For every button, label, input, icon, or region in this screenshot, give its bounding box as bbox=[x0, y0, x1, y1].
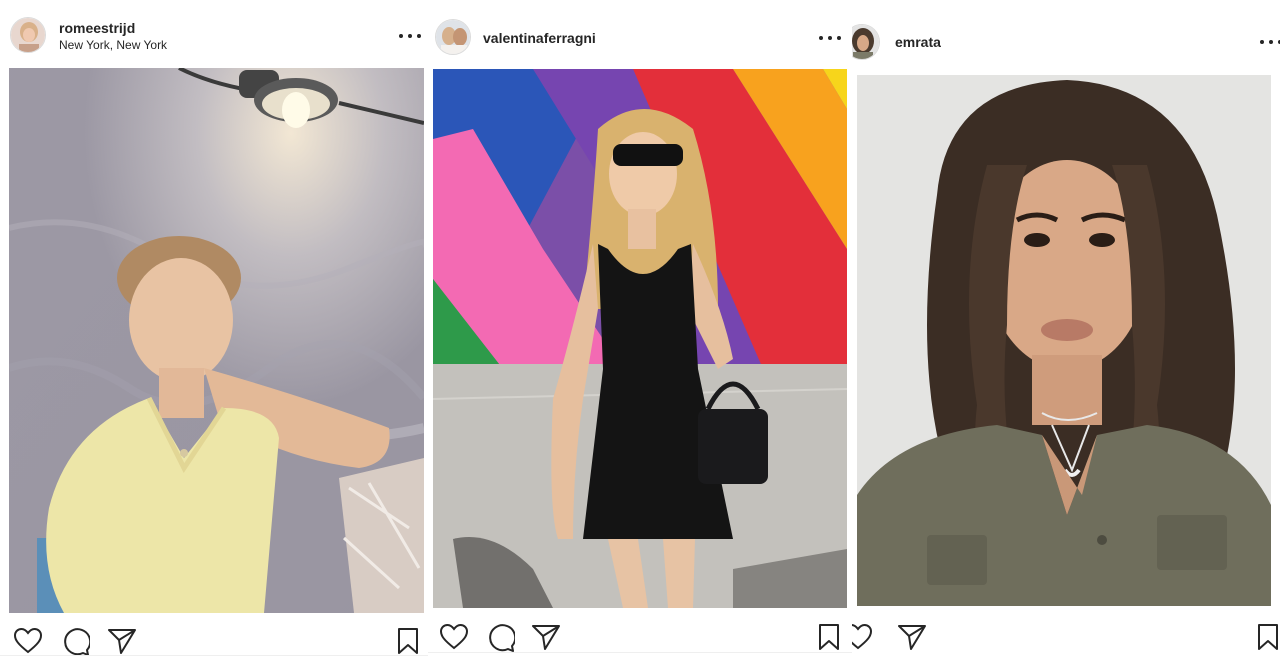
more-options-icon[interactable] bbox=[1260, 35, 1280, 49]
share-icon[interactable] bbox=[108, 628, 136, 654]
post-photo[interactable] bbox=[9, 68, 424, 613]
post-emrata: emrata bbox=[852, 0, 1280, 663]
share-icon[interactable] bbox=[532, 624, 560, 650]
username[interactable]: valentinaferragni bbox=[483, 30, 596, 46]
username[interactable]: romeestrijd bbox=[59, 20, 135, 36]
avatar-image bbox=[11, 18, 45, 52]
divider bbox=[428, 652, 852, 653]
location[interactable]: New York, New York bbox=[59, 38, 167, 52]
avatar-image bbox=[852, 25, 879, 59]
more-options-icon[interactable] bbox=[819, 31, 841, 45]
bookmark-icon[interactable] bbox=[1257, 624, 1279, 650]
avatar[interactable] bbox=[435, 19, 471, 55]
avatar[interactable] bbox=[10, 17, 46, 53]
post-photo[interactable] bbox=[433, 69, 847, 608]
post-header: valentinaferragni bbox=[428, 0, 852, 68]
username[interactable]: emrata bbox=[895, 34, 941, 50]
post-photo[interactable] bbox=[857, 75, 1271, 606]
comment-icon[interactable] bbox=[62, 628, 90, 656]
comment-icon[interactable] bbox=[487, 624, 515, 652]
post-romeestrijd: romeestrijd New York, New York bbox=[0, 0, 428, 663]
post-actions bbox=[0, 620, 428, 660]
heart-icon[interactable] bbox=[852, 624, 872, 650]
post-valentinaferragni: valentinaferragni bbox=[428, 0, 852, 663]
heart-icon[interactable] bbox=[440, 624, 468, 650]
heart-icon[interactable] bbox=[14, 628, 42, 654]
more-options-icon[interactable] bbox=[399, 29, 421, 43]
post-header: romeestrijd New York, New York bbox=[0, 0, 428, 68]
post-actions bbox=[852, 616, 1280, 656]
post-header: emrata bbox=[852, 0, 1280, 68]
bookmark-icon[interactable] bbox=[818, 624, 840, 650]
avatar-image bbox=[436, 20, 470, 54]
post-actions bbox=[428, 616, 852, 656]
share-icon[interactable] bbox=[898, 624, 926, 650]
avatar[interactable] bbox=[852, 24, 880, 60]
divider bbox=[0, 655, 428, 656]
bookmark-icon[interactable] bbox=[397, 628, 419, 654]
